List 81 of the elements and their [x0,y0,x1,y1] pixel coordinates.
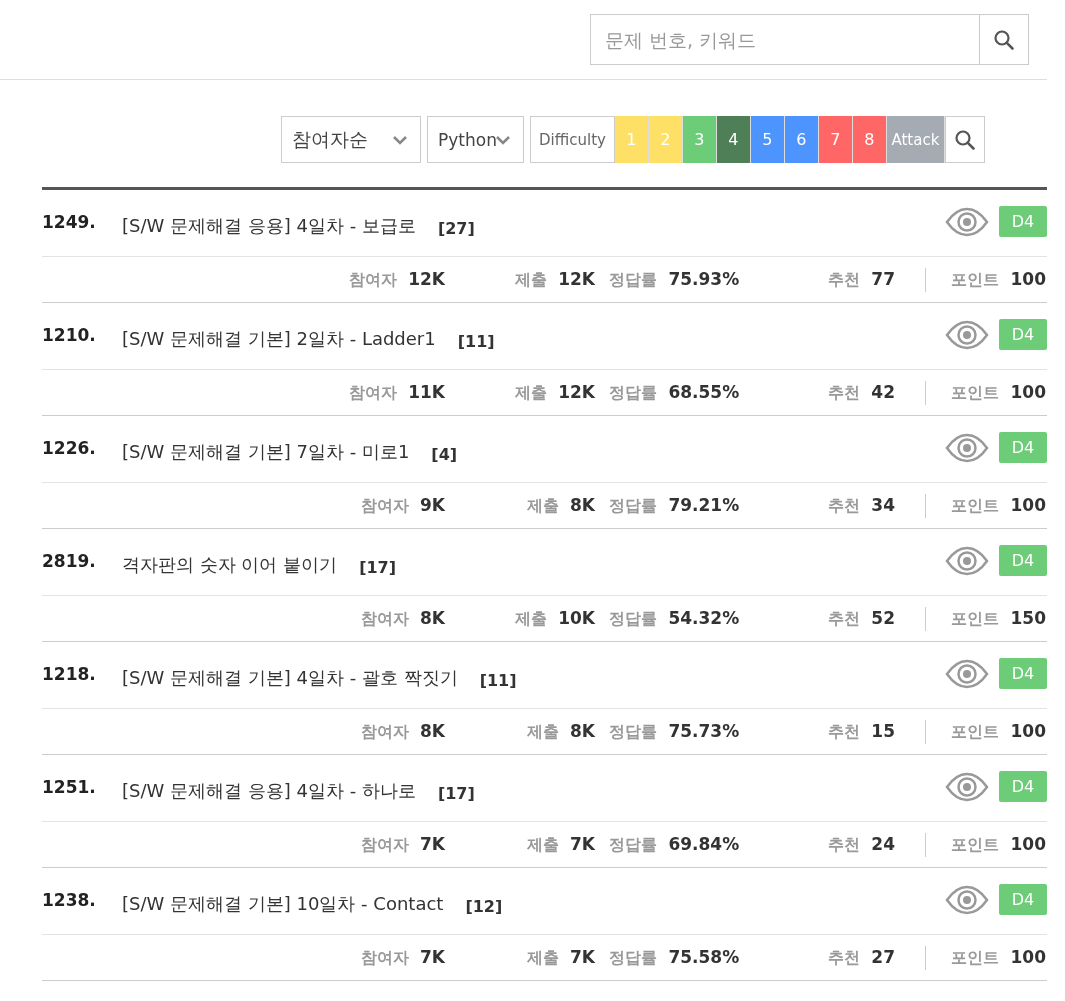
eye-icon[interactable] [945,771,989,802]
stat-item: 참여자 8K [359,720,445,743]
stat-item: 추천 15 [826,720,895,743]
stat-item: 정답률 54.32% [609,607,741,630]
stat-item: 정답률 75.93% [609,268,741,291]
problem-number: 1226. [42,438,97,458]
difficulty-badge: D4 [999,884,1047,915]
stat-item: 정답률 75.73% [609,720,741,743]
stat-item: 제출 12K [513,268,595,291]
stat-item: 참여자 8K [359,607,445,630]
stat-item: 참여자 11K [347,381,445,404]
problem-title-link[interactable]: [S/W 문제해결 기본] 10일차 - Contact [122,892,444,916]
stat-item: 정답률 68.55% [609,381,741,404]
difficulty-level-button[interactable]: 4 [716,116,751,163]
difficulty-badge: D4 [999,658,1047,689]
stat-item: 제출 8K [525,720,595,743]
stat-item: 포인트 100 [950,494,1046,517]
eye-icon[interactable] [945,432,989,463]
sort-dropdown[interactable]: 참여자순 [281,116,421,163]
stat-item: 추천 27 [826,946,895,969]
stat-item: 참여자 12K [347,268,445,291]
problem-title-link[interactable]: [S/W 문제해결 기본] 4일차 - 괄호 짝짓기 [122,666,458,690]
search-field[interactable]: 문제 번호, 키워드 [590,14,979,65]
eye-icon[interactable] [945,884,989,915]
problem-number: 1251. [42,777,97,797]
chevron-icon [392,134,408,145]
stat-item: 포인트 100 [950,946,1046,969]
stat-item: 제출 7K [525,946,595,969]
comment-count: [11] [457,331,495,351]
comment-count: [17] [437,783,475,803]
search-icon [993,28,1015,51]
stat-item: 참여자 9K [359,494,445,517]
stat-item: 제출 10K [513,607,595,630]
eye-icon[interactable] [945,658,989,689]
difficulty-badge: D4 [999,771,1047,802]
stat-item: 추천 42 [826,381,895,404]
difficulty-label: Difficulty [530,116,615,163]
problem-number: 1210. [42,325,97,345]
problem-title-link[interactable]: [S/W 문제해결 응용] 4일차 - 하나로 [122,779,416,803]
comment-count: [11] [479,670,517,690]
chevron-icon [494,134,511,145]
stat-item: 추천 52 [826,607,895,630]
eye-icon[interactable] [945,319,989,350]
eye-icon[interactable] [945,545,989,576]
problem-title-link[interactable]: [S/W 문제해결 응용] 4일차 - 보급로 [122,214,416,238]
stat-item: 포인트 100 [950,268,1046,291]
comment-count: [12] [465,896,503,916]
comment-count: [4] [431,444,458,464]
stat-item: 정답률 69.84% [609,833,741,856]
eye-icon[interactable] [945,206,989,237]
stat-item: 정답률 79.21% [609,494,741,517]
stat-item: 포인트 150 [950,607,1046,630]
comment-count: [17] [359,557,397,577]
stat-item: 추천 24 [826,833,895,856]
stat-item: 정답률 75.58% [609,946,741,969]
difficulty-badge: D4 [999,319,1047,350]
stat-item: 추천 77 [826,268,895,291]
problem-number: 2819. [42,551,97,571]
stat-item: 제출 12K [513,381,595,404]
stat-item: 참여자 7K [359,946,445,969]
stat-item: 포인트 100 [950,720,1046,743]
stat-item: 포인트 100 [950,833,1046,856]
problem-number: 1249. [42,212,97,232]
search-button[interactable] [944,116,985,163]
problem-title-link[interactable]: 격자판의 숫자 이어 붙이기 [122,553,338,577]
stat-item: 제출 8K [525,494,595,517]
problem-number: 1238. [42,890,97,910]
comment-count: [27] [437,218,475,238]
stat-item: 참여자 7K [359,833,445,856]
difficulty-badge: D4 [999,432,1047,463]
search-button[interactable] [979,14,1029,65]
stat-item: 제출 7K [525,833,595,856]
problem-title-link[interactable]: [S/W 문제해결 기본] 7일차 - 미로1 [122,440,410,464]
difficulty-badge: D4 [999,206,1047,237]
language-dropdown[interactable]: Python [427,116,524,163]
problem-title-link[interactable]: [S/W 문제해결 기본] 2일차 - Ladder1 [122,327,436,351]
stat-item: 포인트 100 [950,381,1046,404]
stat-item: 추천 34 [826,494,895,517]
difficulty-badge: D4 [999,545,1047,576]
search-icon [953,128,976,151]
problem-number: 1218. [42,664,97,684]
